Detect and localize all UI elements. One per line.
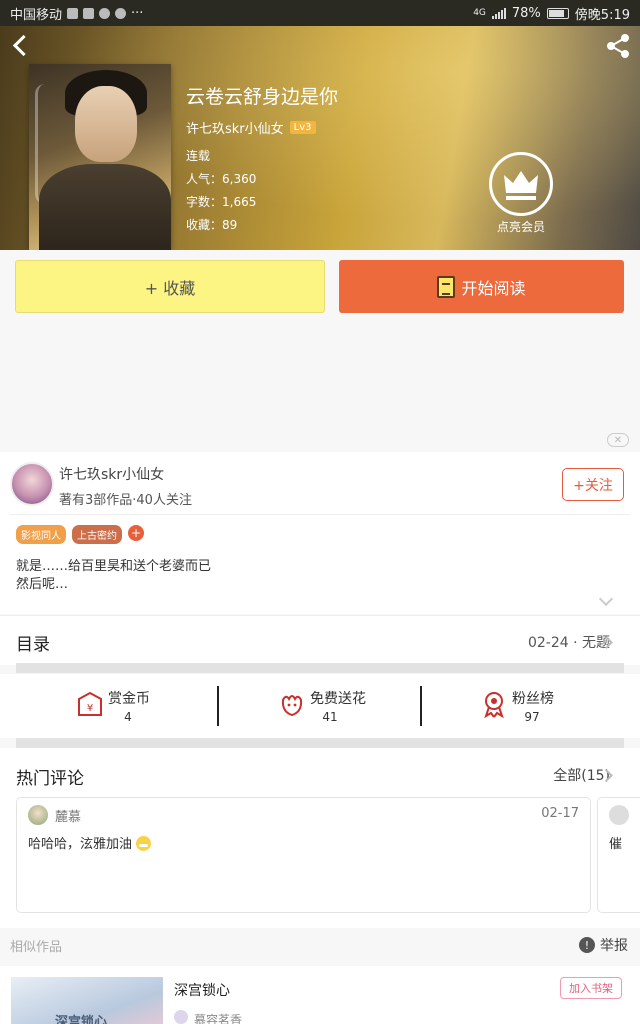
commenter-avatar: [28, 805, 48, 825]
sim-icon: [83, 7, 95, 19]
author-name[interactable]: 许七玖skr小仙女: [59, 464, 164, 484]
vip-label[interactable]: 点亮会员: [484, 218, 558, 235]
similar-work-title: 深宫锁心: [174, 983, 230, 999]
hot-comments-section: 热门评论 全部(15) 麓慕 02-17 哈哈哈，泫雅加油 催: [0, 748, 640, 928]
add-tag-button[interactable]: +: [128, 525, 144, 541]
author-card: 许七玖skr小仙女 著有3部作品·40人关注 +关注 影视同人 上古密约 + 就…: [0, 452, 640, 614]
flower-icon: [281, 695, 303, 717]
commenter-avatar: [609, 805, 629, 825]
network-label: 4G: [473, 8, 486, 18]
more-notifications-icon: ···: [131, 5, 144, 21]
tag-list: 影视同人 上古密约 +: [16, 525, 144, 544]
badge-icon: [484, 692, 504, 718]
fan-ranking-stat[interactable]: 粉丝榜 97: [420, 674, 620, 738]
book-cover[interactable]: [29, 64, 171, 250]
toc-label: 目录: [16, 635, 50, 655]
book-title: 云卷云舒身边是你: [186, 86, 339, 108]
book-status: 连载: [186, 149, 211, 163]
collect-button[interactable]: + 收藏: [15, 260, 325, 313]
status-bar: 中国移动 ··· 4G 78% 傍晚5:19: [0, 0, 640, 26]
wechat-icon: [115, 7, 127, 19]
book-icon: [437, 275, 456, 298]
comment-text: 哈哈哈，泫雅加油: [28, 833, 152, 852]
table-of-contents-row[interactable]: 目录 02-24 · 无题: [0, 615, 640, 665]
popularity-stat: 人气：6,360: [186, 172, 257, 186]
commenter-name: 麓慕: [55, 810, 82, 825]
author-avatar[interactable]: [10, 462, 54, 506]
comment-date: 02-17: [541, 806, 579, 821]
toc-latest-chapter: 02-24 · 无题: [527, 635, 610, 651]
book-author[interactable]: 许七玖skr小仙女: [186, 118, 284, 137]
similar-work-item[interactable]: 深宫锁心 深宫锁心 慕容茗香 加入书架: [0, 966, 640, 1024]
crown-icon[interactable]: [489, 152, 553, 216]
similar-work-author: 慕容茗香: [194, 1013, 243, 1024]
stats-row: ¥ 赏金币 4 免费送花 41 粉丝榜 97: [0, 674, 640, 738]
svg-text:¥: ¥: [87, 703, 93, 714]
battery-percent: 78%: [511, 5, 541, 21]
reward-coins-stat[interactable]: ¥ 赏金币 4: [16, 674, 216, 738]
wordcount-stat: 字数：1,665: [186, 195, 257, 209]
author-level-badge: Lv3: [289, 121, 316, 134]
similar-works-label: 相似作品: [10, 940, 63, 955]
expand-description-icon[interactable]: [598, 591, 614, 607]
add-to-shelf-button[interactable]: 加入书架: [560, 977, 622, 999]
signal-icon: [491, 7, 506, 19]
close-ad-icon[interactable]: ✕: [607, 433, 629, 447]
warning-icon: !: [579, 937, 595, 953]
hot-comments-label: 热门评论: [16, 769, 84, 789]
share-icon[interactable]: [604, 32, 632, 60]
comment-text: 催: [609, 837, 623, 852]
report-button[interactable]: ! 举报: [579, 935, 628, 955]
comment-card[interactable]: 麓慕 02-17 哈哈哈，泫雅加油: [16, 797, 591, 913]
book-header: 云卷云舒身边是你 许七玖skr小仙女 Lv3 连载 人气：6,360 字数：1,…: [0, 26, 640, 250]
tag-item[interactable]: 影视同人: [16, 525, 66, 544]
carrier-label: 中国移动: [10, 7, 63, 23]
send-flower-stat[interactable]: 免费送花 41: [218, 674, 418, 738]
comment-card[interactable]: 催: [597, 797, 640, 913]
similar-work-cover[interactable]: 深宫锁心: [11, 977, 163, 1024]
notification-icon: [67, 7, 79, 19]
tag-item[interactable]: 上古密约: [72, 525, 122, 544]
chat-icon: [99, 7, 111, 19]
book-author-line[interactable]: 许七玖skr小仙女 Lv3: [186, 118, 316, 137]
author-stats: 著有3部作品·40人关注: [59, 493, 192, 508]
grin-emoji-icon: [136, 836, 152, 851]
start-reading-button[interactable]: 开始阅读: [339, 260, 624, 313]
battery-icon: [546, 7, 569, 19]
book-description: 就是……给百里昊和送个老婆而已 然后呢…: [16, 559, 212, 592]
similar-author-avatar: [174, 1010, 188, 1024]
clock: 傍晚5:19: [574, 7, 630, 23]
coin-envelope-icon: ¥: [78, 691, 102, 716]
start-reading-label: 开始阅读: [461, 278, 526, 298]
follow-button[interactable]: +关注: [562, 468, 624, 501]
back-icon[interactable]: [10, 34, 34, 58]
favorites-stat: 收藏：89: [186, 218, 238, 232]
